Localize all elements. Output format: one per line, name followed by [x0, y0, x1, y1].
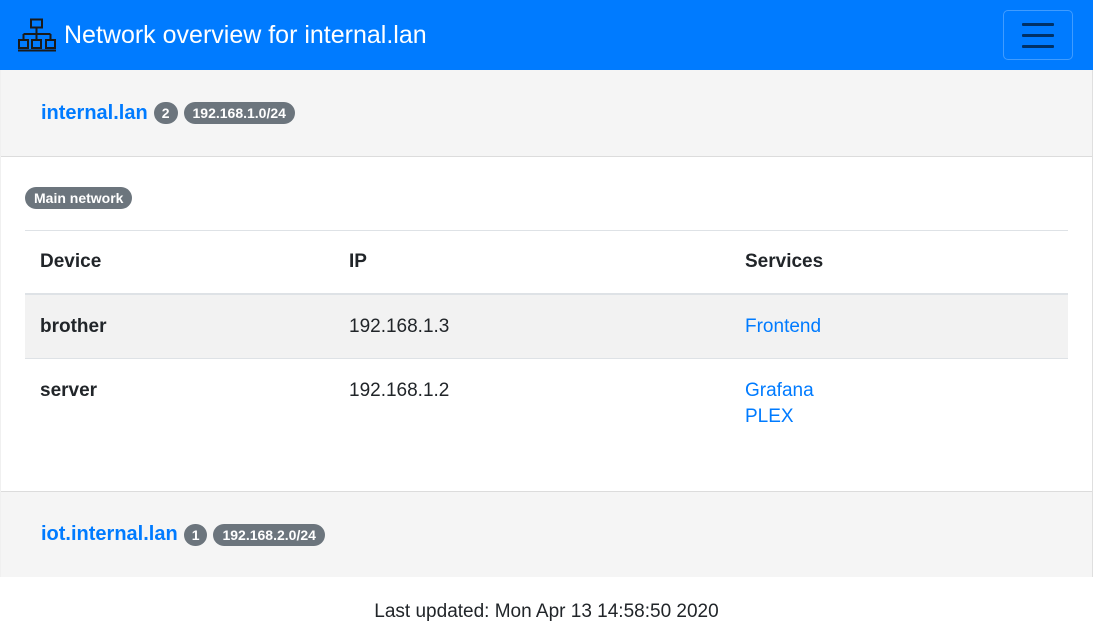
device-name: server — [25, 357, 334, 448]
last-updated-text: Last updated: Mon Apr 13 14:58:50 2020 — [374, 601, 719, 622]
device-ip: 192.168.1.2 — [334, 357, 730, 448]
network-card-header: iot.internal.lan 1 192.168.2.0/24 — [1, 491, 1092, 577]
device-count-badge: 1 — [183, 523, 208, 546]
table-row: server 192.168.1.2 Grafana PLEX — [25, 357, 1068, 448]
column-header-ip: IP — [334, 230, 730, 295]
network-description-badge: Main network — [25, 187, 133, 209]
service-link-frontend[interactable]: Frontend — [745, 312, 1053, 342]
column-header-services: Services — [730, 230, 1068, 295]
subnet-badge: 192.168.1.0/24 — [183, 102, 295, 124]
column-header-device: Device — [25, 230, 334, 295]
network-card-internal-lan: internal.lan 2 192.168.1.0/24 Main netwo… — [0, 70, 1093, 491]
top-navbar: Network overview for internal.lan — [0, 0, 1093, 70]
network-card-iot-internal-lan: iot.internal.lan 1 192.168.2.0/24 — [0, 491, 1093, 577]
menu-toggle-button[interactable] — [1003, 10, 1073, 60]
device-count-badge: 2 — [153, 102, 178, 124]
network-icon — [18, 18, 56, 52]
subnet-badge: 192.168.2.0/24 — [213, 523, 325, 546]
network-card-body: Main network Device IP Services brother … — [1, 157, 1092, 491]
network-card-header: internal.lan 2 192.168.1.0/24 — [1, 70, 1092, 157]
device-table: Device IP Services brother 192.168.1.3 F… — [25, 230, 1068, 448]
brand[interactable]: Network overview for internal.lan — [18, 18, 427, 52]
footer: Last updated: Mon Apr 13 14:58:50 2020 — [0, 577, 1093, 623]
device-services: Frontend — [730, 294, 1068, 359]
network-link[interactable]: iot.internal.lan — [41, 523, 178, 546]
device-ip: 192.168.1.3 — [349, 315, 450, 337]
table-row: brother 192.168.1.3 Frontend — [25, 293, 1068, 359]
device-name: brother — [40, 315, 107, 337]
device-services: Grafana PLEX — [730, 357, 1068, 448]
page-title: Network overview for internal.lan — [64, 20, 427, 49]
network-link[interactable]: internal.lan — [41, 102, 148, 125]
service-link-plex[interactable]: PLEX — [745, 402, 1053, 432]
hamburger-menu-icon — [1022, 22, 1054, 26]
